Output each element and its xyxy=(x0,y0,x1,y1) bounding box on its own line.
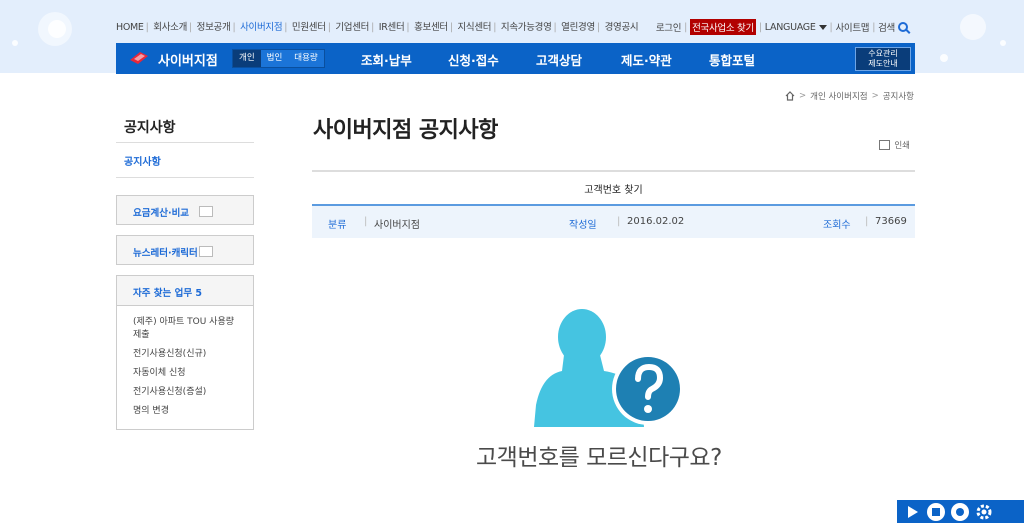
decor-circle xyxy=(960,14,986,40)
menu-inquiry-payment[interactable]: 조회·납부 xyxy=(361,50,412,69)
box-label: 뉴스레터·캐릭터 xyxy=(133,248,198,259)
print-button[interactable]: 인쇄 xyxy=(879,139,910,151)
divider xyxy=(116,142,254,143)
newsletter-link[interactable]: 뉴스레터·캐릭터 xyxy=(116,235,254,265)
window-icon xyxy=(199,206,213,217)
decor-dot xyxy=(1000,40,1006,46)
top-link-cyber-branch[interactable]: 사이버지점 xyxy=(240,22,283,33)
top-link-open[interactable]: 열린경영 xyxy=(561,22,595,33)
demand-label-1: 수요관리 xyxy=(868,49,898,58)
post-meta: 분류 | 사이버지점 작성일 | 2016.02.02 조회수 | 73669 xyxy=(312,204,915,238)
search-icon[interactable] xyxy=(898,22,908,32)
page: HOME | 회사소개 | 정보공개 | 사이버지점 | 민원센터 | 기업센터 | IR센… xyxy=(0,0,1024,523)
decor-dot xyxy=(940,54,948,62)
segment-personal[interactable]: 개인 xyxy=(233,50,261,67)
print-label: 인쇄 xyxy=(894,141,910,151)
home-icon[interactable] xyxy=(785,91,795,101)
views-label: 조회수 xyxy=(823,220,851,231)
customer-type-switch: 개인 법인 대용량 xyxy=(232,49,325,68)
top-link-mgmt[interactable]: 경영공시 xyxy=(605,22,639,33)
sitemap-link[interactable]: 사이트맵 xyxy=(835,20,869,34)
media-controls xyxy=(897,500,1024,523)
favorite-item[interactable]: 전기사용신청(증설) xyxy=(133,386,243,399)
page-title: 사이버지점 공지사항 xyxy=(313,118,498,143)
brand-title[interactable]: 사이버지점 xyxy=(158,50,218,69)
print-icon xyxy=(879,140,891,150)
gear-icon[interactable] xyxy=(975,503,993,521)
demand-management-button[interactable]: 수요관리 제도안내 xyxy=(855,47,911,71)
top-link-civil[interactable]: 민원센터 xyxy=(292,22,326,33)
decor-circle xyxy=(48,20,66,38)
top-link-ir[interactable]: IR센터 xyxy=(379,22,405,33)
help-heading: 고객번호를 모르신다구요? xyxy=(476,445,722,471)
top-link-pr[interactable]: 홍보센터 xyxy=(414,22,448,33)
decor-dot xyxy=(12,40,18,46)
lnb-item-notice[interactable]: 공지사항 xyxy=(124,153,161,168)
divider xyxy=(116,177,254,178)
box-label: 요금계산·비교 xyxy=(133,208,190,219)
top-link-company[interactable]: 회사소개 xyxy=(153,22,187,33)
top-link-disclosure[interactable]: 정보공개 xyxy=(197,22,231,33)
demand-label-2: 제도안내 xyxy=(868,59,898,68)
menu-policy[interactable]: 제도·약관 xyxy=(621,50,672,69)
rate-calculator-link[interactable]: 요금계산·비교 xyxy=(116,195,254,225)
top-link-sustainability[interactable]: 지속가능경영 xyxy=(501,22,552,33)
language-select[interactable]: LANGUAGE xyxy=(765,22,816,33)
breadcrumb-item[interactable]: 개인 사이버지점 xyxy=(810,90,867,102)
person-question-illustration xyxy=(534,309,684,427)
chevron-down-icon xyxy=(818,24,827,30)
favorites-title: 자주 찾는 업무 5 xyxy=(133,288,202,299)
lnb-title: 공지사항 xyxy=(124,120,176,136)
category-value: 사이버지점 xyxy=(374,220,420,231)
main-nav: 사이버지점 개인 법인 대용량 조회·납부 신청·접수 고객상담 제도·약관 통… xyxy=(116,43,915,74)
date-label: 작성일 xyxy=(569,220,597,231)
top-link-business[interactable]: 기업센터 xyxy=(335,22,369,33)
top-link-home[interactable]: HOME xyxy=(116,22,144,33)
search-link[interactable]: 검색 xyxy=(878,20,895,34)
utility-bar: 로그인 | 전국사업소 찾기 | LANGUAGE | 사이트맵 | 검색 xyxy=(656,19,908,35)
views-value: 73669 xyxy=(875,216,907,227)
segment-large[interactable]: 대용량 xyxy=(288,50,324,67)
favorite-item[interactable]: 자동이체 신청 xyxy=(133,367,243,380)
favorite-item[interactable]: 명의 변경 xyxy=(133,405,243,418)
login-link[interactable]: 로그인 xyxy=(656,20,682,34)
divider xyxy=(312,170,915,172)
post-title: 고객번호 찾기 xyxy=(584,185,643,196)
segment-corporate[interactable]: 법인 xyxy=(260,50,289,67)
menu-consultation[interactable]: 고객상담 xyxy=(536,50,582,69)
menu-portal[interactable]: 통합포털 xyxy=(709,50,755,69)
favorite-item[interactable]: (제주) 아파트 TOU 사용량 제출 xyxy=(133,316,243,342)
breadcrumb-current: 공지사항 xyxy=(882,92,914,102)
date-value: 2016.02.02 xyxy=(627,216,685,227)
favorites-header: 자주 찾는 업무 5 xyxy=(117,276,253,306)
view-icon[interactable] xyxy=(951,502,969,521)
play-icon[interactable] xyxy=(903,503,921,521)
window-icon xyxy=(199,246,213,257)
category-label: 분류 xyxy=(328,220,347,231)
favorite-item[interactable]: 전기사용신청(신규) xyxy=(133,348,243,361)
stop-icon[interactable] xyxy=(927,502,945,521)
kepco-logo-icon[interactable] xyxy=(128,50,150,66)
top-link-knowledge[interactable]: 지식센터 xyxy=(457,22,491,33)
breadcrumb: > 개인 사이버지점 > 공지사항 xyxy=(785,90,914,102)
favorites-panel: 자주 찾는 업무 5 (제주) 아파트 TOU 사용량 제출 전기사용신청(신규… xyxy=(116,275,254,430)
find-branch-button[interactable]: 전국사업소 찾기 xyxy=(690,19,756,35)
menu-application[interactable]: 신청·접수 xyxy=(448,50,499,69)
favorites-list: (제주) 아파트 TOU 사용량 제출 전기사용신청(신규) 자동이체 신청 전… xyxy=(117,306,253,418)
top-link-bar: HOME | 회사소개 | 정보공개 | 사이버지점 | 민원센터 | 기업센터 | IR센… xyxy=(116,22,639,33)
